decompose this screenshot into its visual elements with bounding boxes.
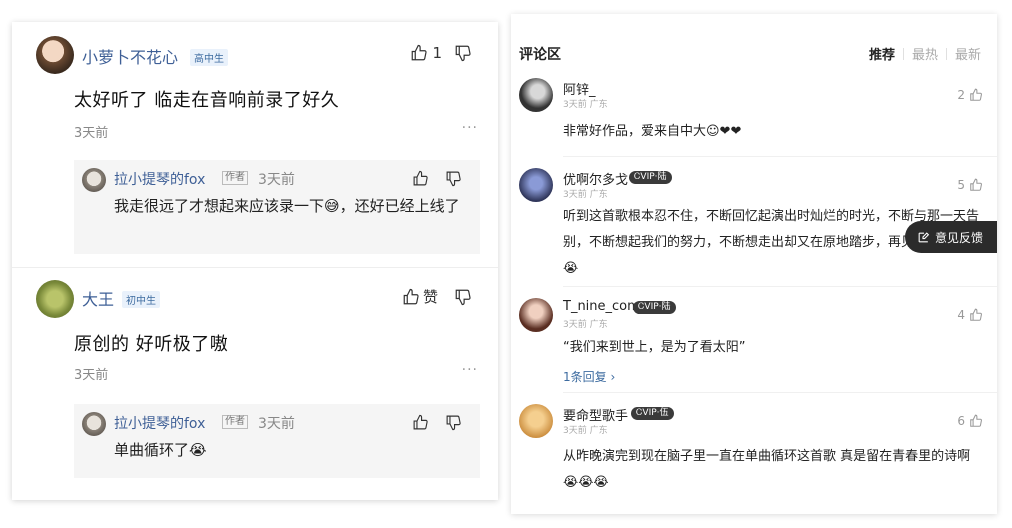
- feedback-button[interactable]: 意见反馈: [905, 221, 997, 253]
- comment-meta: 3天前 广东: [563, 100, 608, 110]
- like-count: 4: [957, 308, 965, 322]
- comment-item: 阿锌_ 3天前 广东 2 非常好作品，爱来自中大☺❤❤: [511, 78, 997, 158]
- comment-meta: 3天前 广东: [563, 190, 608, 200]
- thumbs-up-icon[interactable]: [412, 414, 429, 431]
- thumbs-down-icon[interactable]: [454, 44, 472, 62]
- avatar[interactable]: [82, 412, 106, 436]
- avatar[interactable]: [519, 404, 553, 438]
- username[interactable]: 要命型歌手: [563, 405, 628, 424]
- comment-actions: 1: [410, 44, 472, 62]
- username[interactable]: 阿锌_: [563, 79, 596, 98]
- comment-time: 3天前: [74, 126, 109, 141]
- divider: [945, 47, 947, 60]
- more-icon[interactable]: ···: [462, 120, 478, 136]
- like-button[interactable]: 6: [957, 414, 983, 428]
- username[interactable]: 优啊尔多戈: [563, 169, 628, 188]
- author-tag: 作者: [222, 415, 248, 429]
- comment-time: 3天前: [74, 368, 109, 383]
- like-button[interactable]: 2: [957, 88, 983, 102]
- user-badge: 高中生: [190, 49, 228, 66]
- divider: [902, 47, 904, 60]
- reply-actions: [412, 170, 462, 187]
- like-button[interactable]: 赞: [402, 286, 438, 307]
- reply-text: 单曲循环了😭: [114, 441, 207, 459]
- avatar[interactable]: [519, 168, 553, 202]
- like-count: 1: [432, 44, 442, 62]
- thumbs-up-icon: [970, 178, 982, 191]
- comment-item: 大王 初中生 赞 原创的 好听极了嗷 3天前 ··· 拉小提琴的fox 作者 3…: [12, 274, 498, 500]
- thumbs-up-icon: [403, 288, 419, 304]
- divider: [563, 286, 997, 287]
- comment-actions: 赞: [402, 286, 472, 307]
- avatar[interactable]: [519, 78, 553, 112]
- like-count: 2: [957, 88, 965, 102]
- sort-tab-recommended[interactable]: 推荐: [869, 44, 895, 63]
- author-reply: 拉小提琴的fox 作者 3天前 单曲循环了😭: [74, 404, 480, 478]
- reply-username[interactable]: 拉小提琴的fox: [114, 413, 205, 433]
- user-badge: 初中生: [122, 291, 160, 308]
- avatar[interactable]: [82, 168, 106, 192]
- more-icon[interactable]: ···: [462, 362, 478, 378]
- comment-text: 从昨晚演完到现在脑子里一直在单曲循环这首歌 真是留在青春里的诗啊😭😭😭: [563, 449, 971, 490]
- username[interactable]: 大王: [82, 286, 114, 310]
- view-replies-link[interactable]: 1条回复 ›: [563, 368, 615, 385]
- like-count: 6: [957, 414, 965, 428]
- edit-icon: [918, 231, 930, 242]
- sort-tabs: 推荐 最热 最新: [869, 44, 981, 63]
- divider: [563, 156, 997, 157]
- comment-item: 要命型歌手 ᏟVIP·伍 3天前 广东 6 从昨晚演完到现在脑子里一直在单曲循环…: [511, 404, 997, 514]
- reply-time: 3天前: [258, 416, 295, 432]
- thumbs-up-icon: [970, 308, 982, 321]
- reply-username[interactable]: 拉小提琴的fox: [114, 169, 205, 189]
- thumbs-up-icon: [970, 88, 982, 101]
- avatar[interactable]: [36, 280, 74, 318]
- thumbs-down-icon[interactable]: [445, 414, 462, 431]
- reply-actions: [412, 414, 462, 431]
- thumbs-up-icon[interactable]: [412, 170, 429, 187]
- like-button[interactable]: 4: [957, 308, 983, 322]
- author-tag: 作者: [222, 171, 248, 185]
- comment-item: T_nine_com ᏟVIP·陆 3天前 广东 4 “我们来到世上，是为了看太…: [511, 298, 997, 398]
- vip-badge: ᏟVIP·伍: [631, 407, 674, 420]
- comment-text: “我们来到世上，是为了看太阳”: [563, 340, 746, 355]
- username[interactable]: 小萝卜不花心: [82, 44, 178, 68]
- thumbs-down-icon[interactable]: [445, 170, 462, 187]
- comment-meta: 3天前 广东: [563, 426, 608, 436]
- right-comment-panel: 评论区 推荐 最热 最新 阿锌_ 3天前 广东 2 非常好作品，爱来自中大☺❤❤…: [511, 14, 997, 514]
- sort-tab-newest[interactable]: 最新: [955, 44, 981, 63]
- left-comment-panel: 小萝卜不花心 高中生 1 太好听了 临走在音响前录了好久 3天前 ··· 拉小提…: [12, 22, 498, 500]
- section-title: 评论区: [519, 47, 561, 63]
- comment-item: 小萝卜不花心 高中生 1 太好听了 临走在音响前录了好久 3天前 ··· 拉小提…: [12, 22, 498, 267]
- comment-text: 原创的 好听极了嗷: [74, 334, 229, 355]
- reply-time: 3天前: [258, 172, 295, 188]
- like-count: 5: [957, 178, 965, 192]
- author-reply: 拉小提琴的fox 作者 3天前 我走很远了才想起来应该录一下😅，还好已经上线了: [74, 160, 480, 254]
- thumbs-up-icon: [412, 44, 428, 61]
- comment-text: 太好听了 临走在音响前录了好久: [74, 90, 340, 111]
- avatar[interactable]: [519, 298, 553, 332]
- avatar[interactable]: [36, 36, 74, 74]
- like-button[interactable]: 1: [410, 44, 442, 62]
- vip-badge: ᏟVIP·陆: [633, 301, 676, 314]
- thumbs-down-icon[interactable]: [454, 288, 472, 306]
- like-label: 赞: [422, 288, 438, 306]
- comment-text: 非常好作品，爱来自中大☺❤❤: [563, 124, 742, 139]
- divider: [12, 267, 498, 268]
- divider: [563, 392, 997, 393]
- feedback-label: 意见反馈: [935, 230, 984, 245]
- comment-meta: 3天前 广东: [563, 320, 608, 330]
- thumbs-up-icon: [970, 414, 982, 427]
- sort-tab-hottest[interactable]: 最热: [912, 44, 938, 63]
- username[interactable]: T_nine_com: [563, 299, 640, 314]
- vip-badge: ᏟVIP·陆: [629, 171, 672, 184]
- like-button[interactable]: 5: [957, 178, 983, 192]
- reply-text: 我走很远了才想起来应该录一下😅，还好已经上线了: [114, 197, 460, 215]
